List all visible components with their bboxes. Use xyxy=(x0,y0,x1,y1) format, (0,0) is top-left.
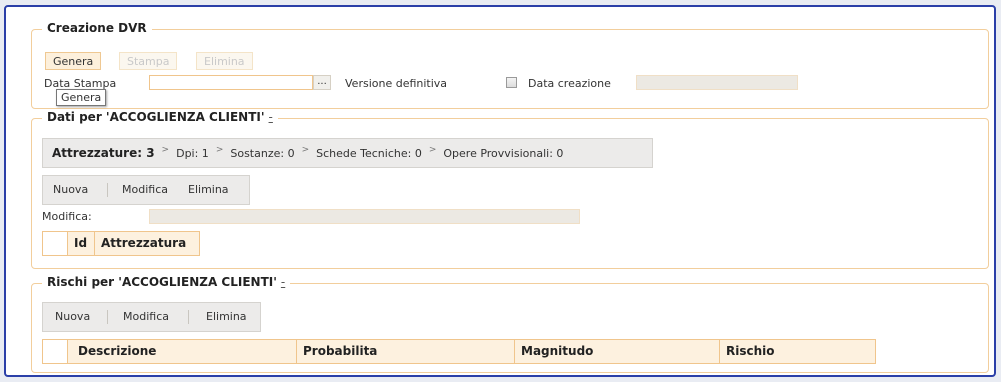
select-column-header xyxy=(43,340,68,363)
rischi-collapse-toggle[interactable]: - xyxy=(281,275,285,289)
toolbar-divider xyxy=(107,183,108,197)
modifica-attrezzatura-button[interactable]: Modifica xyxy=(122,176,168,204)
versione-definitiva-label: Versione definitiva xyxy=(345,77,448,90)
genera-tooltip: Genera xyxy=(56,89,107,106)
column-header-rischio[interactable]: Rischio xyxy=(720,340,875,363)
column-header-descrizione[interactable]: Descrizione xyxy=(68,340,297,363)
elimina-dvr-button[interactable]: Elimina xyxy=(196,52,253,70)
stampa-button[interactable]: Stampa xyxy=(119,52,178,70)
data-creazione-checkbox[interactable] xyxy=(506,77,517,88)
column-header-attrezzatura[interactable]: Attrezzatura xyxy=(95,232,199,255)
dati-toolbar: Nuova Modifica Elimina xyxy=(42,175,250,205)
dati-legend: Dati per 'ACCOGLIENZA CLIENTI' - xyxy=(42,110,278,124)
modifica-label: Modifica: xyxy=(42,210,92,223)
dati-tab-bar: Attrezzature: 3 > Dpi: 1 > Sostanze: 0 >… xyxy=(42,138,653,168)
column-header-id[interactable]: Id xyxy=(68,232,95,255)
nuova-rischio-button[interactable]: Nuova xyxy=(55,303,90,331)
nuova-attrezzatura-button[interactable]: Nuova xyxy=(53,176,88,204)
data-creazione-label: Data creazione xyxy=(528,77,611,90)
tab-separator: > xyxy=(301,145,310,155)
modifica-rischio-button[interactable]: Modifica xyxy=(123,303,169,331)
column-header-magnitudo[interactable]: Magnitudo xyxy=(515,340,720,363)
modifica-input xyxy=(149,209,580,224)
genera-button[interactable]: Genera xyxy=(45,52,102,70)
tab-opere-provvisionali[interactable]: Opere Provvisionali: 0 xyxy=(443,147,563,160)
data-creazione-input xyxy=(636,75,798,90)
tab-separator: > xyxy=(428,145,437,155)
attrezzature-grid-header: Id Attrezzatura xyxy=(42,231,200,256)
column-header-probabilita[interactable]: Probabilita xyxy=(297,340,515,363)
data-stampa-input[interactable] xyxy=(149,75,313,90)
rischi-legend-text: Rischi per 'ACCOGLIENZA CLIENTI' xyxy=(47,275,277,289)
elimina-rischio-button[interactable]: Elimina xyxy=(206,303,247,331)
dati-collapse-toggle[interactable]: - xyxy=(269,110,273,124)
tab-attrezzature[interactable]: Attrezzature: 3 xyxy=(52,146,155,160)
select-column-header xyxy=(43,232,68,255)
toolbar-divider xyxy=(188,310,189,324)
dati-legend-text: Dati per 'ACCOGLIENZA CLIENTI' xyxy=(47,110,265,124)
toolbar-divider xyxy=(107,310,108,324)
tab-dpi[interactable]: Dpi: 1 xyxy=(176,147,209,160)
elimina-attrezzatura-button[interactable]: Elimina xyxy=(188,176,229,204)
rischi-grid-header: Descrizione Probabilita Magnitudo Rischi… xyxy=(42,339,876,364)
date-picker-button[interactable]: ... xyxy=(313,75,331,90)
rischi-toolbar: Nuova Modifica Elimina xyxy=(42,302,261,332)
creazione-dvr-legend: Creazione DVR xyxy=(42,21,152,35)
tab-separator: > xyxy=(161,145,170,155)
rischi-legend: Rischi per 'ACCOGLIENZA CLIENTI' - xyxy=(42,275,291,289)
tab-schede-tecniche[interactable]: Schede Tecniche: 0 xyxy=(316,147,422,160)
tab-sostanze[interactable]: Sostanze: 0 xyxy=(230,147,294,160)
main-panel: Creazione DVR Genera Stampa Elimina Data… xyxy=(4,5,996,377)
tab-separator: > xyxy=(215,145,224,155)
